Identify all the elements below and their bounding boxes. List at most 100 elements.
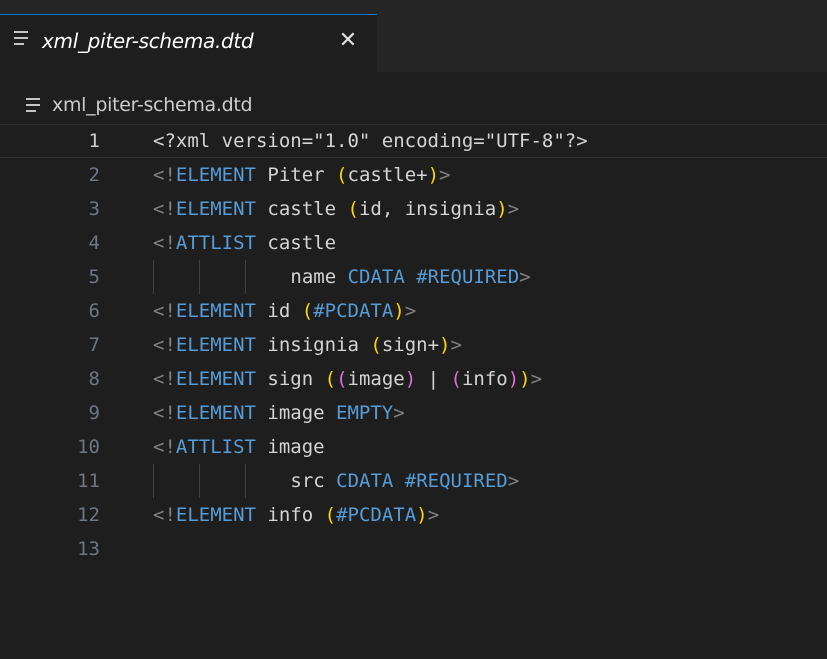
line-number: 11 <box>77 470 100 492</box>
code-token: <! <box>153 504 176 526</box>
code-token: image <box>347 368 405 390</box>
code-token: castle+ <box>347 164 428 186</box>
code-line[interactable]: 13 <box>0 532 827 566</box>
code-line[interactable]: 6 <!ELEMENT id (#PCDATA)> <box>0 294 827 328</box>
code-token: ELEMENT <box>175 198 256 220</box>
breadcrumb: xml_piter-schema.dtd <box>0 72 827 124</box>
code-token: <! <box>153 164 176 186</box>
code-line[interactable]: 1 <?xml version="1.0" encoding="UTF-8"?> <box>0 124 827 158</box>
code-line[interactable]: 4 <!ATTLIST castle <box>0 226 827 260</box>
breadcrumb-file[interactable]: xml_piter-schema.dtd <box>52 94 253 116</box>
code-token: ( <box>336 368 348 390</box>
code-content: <!ELEMENT image EMPTY> <box>153 396 405 430</box>
tab-bar: xml_piter-schema.dtd ✕ <box>0 14 827 72</box>
code-token: src <box>290 470 337 492</box>
code-token: ) <box>404 368 417 390</box>
code-token: ATTLIST <box>175 436 256 458</box>
code-token: ) <box>439 334 451 356</box>
tab-xml-piter-schema[interactable]: xml_piter-schema.dtd ✕ <box>0 14 377 72</box>
code-token: castle <box>255 198 348 220</box>
code-token: sign+ <box>381 334 440 356</box>
code-token: name <box>290 266 348 288</box>
code-content: <!ELEMENT Piter (castle+)> <box>153 158 450 192</box>
code-token: ELEMENT <box>175 402 256 424</box>
code-token: id, insignia <box>358 198 497 220</box>
code-line[interactable]: 12 <!ELEMENT info (#PCDATA)> <box>0 498 827 532</box>
code-token: <! <box>153 402 176 424</box>
indent-guide <box>198 464 200 498</box>
code-content: src CDATA #REQUIRED> <box>290 464 519 498</box>
line-number: 6 <box>88 300 100 322</box>
code-token: image <box>255 436 325 458</box>
line-number: 2 <box>88 164 100 186</box>
code-token: <! <box>153 436 176 458</box>
code-line[interactable]: 5 name CDATA #REQUIRED> <box>0 260 827 294</box>
code-token: ( <box>324 504 337 526</box>
code-content: <!ELEMENT castle (id, insignia)> <box>153 192 519 226</box>
line-number: 12 <box>77 504 100 526</box>
code-token: ) <box>416 504 428 526</box>
code-token: ELEMENT <box>175 164 256 186</box>
line-number: 8 <box>88 368 100 390</box>
code-line[interactable]: 9 <!ELEMENT image EMPTY> <box>0 396 827 430</box>
code-content: <!ELEMENT info (#PCDATA)> <box>153 498 439 532</box>
code-line[interactable]: 7 <!ELEMENT insignia (sign+)> <box>0 328 827 362</box>
file-lines-icon <box>26 98 40 116</box>
code-token: ( <box>347 198 359 220</box>
line-number: 1 <box>88 130 100 152</box>
code-line[interactable]: 8 <!ELEMENT sign ((image) | (info))> <box>0 362 827 396</box>
code-content: <!ELEMENT insignia (sign+)> <box>153 328 462 362</box>
code-token: > <box>404 300 417 322</box>
code-token: <! <box>153 232 176 254</box>
code-token: ATTLIST <box>175 232 256 254</box>
code-token: > <box>439 164 451 186</box>
code-token: sign <box>255 368 325 390</box>
code-token: > <box>507 470 520 492</box>
code-token: ) <box>496 198 508 220</box>
code-line[interactable]: 11 src CDATA #REQUIRED> <box>0 464 827 498</box>
line-number: 4 <box>88 232 100 254</box>
code-token: > <box>393 402 405 424</box>
code-token: ELEMENT <box>175 300 256 322</box>
code-token: | <box>416 368 451 390</box>
code-content: <!ELEMENT sign ((image) | (info))> <box>153 362 542 396</box>
code-token: <! <box>153 368 176 390</box>
code-token: > <box>507 198 520 220</box>
code-token: ) <box>519 368 531 390</box>
code-content: <!ATTLIST castle <box>153 226 336 260</box>
file-lines-icon <box>14 31 28 49</box>
line-number: 9 <box>88 402 100 424</box>
indent-guide <box>198 260 200 294</box>
code-token: > <box>519 266 531 288</box>
code-token: <! <box>153 334 176 356</box>
line-number: 13 <box>77 538 100 560</box>
code-content: <?xml version="1.0" encoding="UTF-8"?> <box>153 125 588 157</box>
code-token: castle <box>255 232 337 254</box>
code-line[interactable]: 10 <!ATTLIST image <box>0 430 827 464</box>
indent-guide <box>244 464 246 498</box>
title-strip <box>0 0 827 14</box>
code-token: Piter <box>255 164 337 186</box>
tab-title: xml_piter-schema.dtd <box>42 29 254 53</box>
indent-guide <box>153 464 154 498</box>
close-icon[interactable]: ✕ <box>334 27 362 55</box>
code-token: image <box>255 402 337 424</box>
code-token: > <box>450 334 462 356</box>
line-number: 5 <box>88 266 100 288</box>
code-token: id <box>255 300 302 322</box>
code-token: insignia <box>255 334 371 356</box>
line-number: 3 <box>88 198 100 220</box>
code-token: #PCDATA <box>336 504 417 526</box>
code-line[interactable]: 3 <!ELEMENT castle (id, insignia)> <box>0 192 827 226</box>
code-editor[interactable]: 1 <?xml version="1.0" encoding="UTF-8"?> 2… <box>0 124 827 659</box>
code-token: ELEMENT <box>175 368 256 390</box>
code-content: <!ATTLIST image <box>153 430 325 464</box>
code-token: > <box>530 368 543 390</box>
code-token: ELEMENT <box>175 334 256 356</box>
code-token: EMPTY <box>336 402 394 424</box>
code-token: <?xml version="1.0" encoding="UTF-8"?> <box>153 130 588 152</box>
code-token: > <box>427 504 440 526</box>
indent-guide <box>153 260 154 294</box>
code-content: <!ELEMENT id (#PCDATA)> <box>153 294 416 328</box>
code-line[interactable]: 2 <!ELEMENT Piter (castle+)> <box>0 158 827 192</box>
